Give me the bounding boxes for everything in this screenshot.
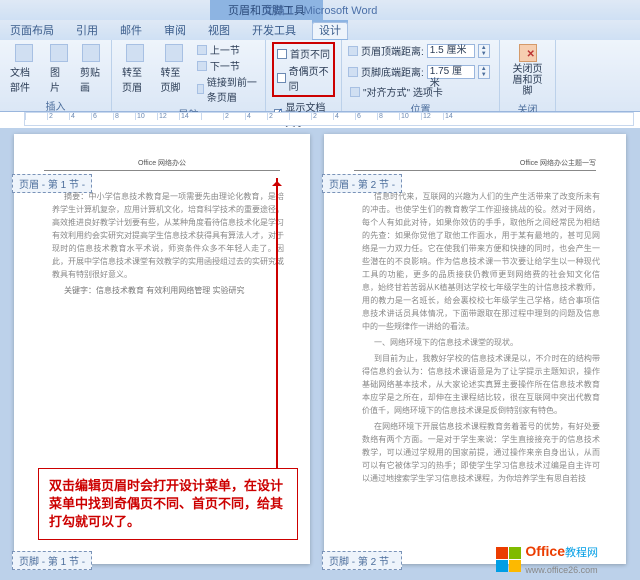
- footer-section-2-tag: 页脚 - 第 2 节 -: [322, 551, 402, 570]
- horizontal-ruler[interactable]: 24681012142422468101214: [24, 112, 634, 126]
- tab-design[interactable]: 设计: [312, 22, 348, 39]
- logo-url: www.office26.com: [525, 565, 597, 575]
- tab-page-layout[interactable]: 页面布局: [4, 20, 60, 40]
- tab-references[interactable]: 引用: [70, 20, 104, 40]
- tab-developer[interactable]: 开发工具: [246, 20, 302, 40]
- watermark-logo: Office教程网 www.office26.com: [496, 543, 598, 576]
- prev-section-button[interactable]: 上一节: [195, 42, 259, 57]
- window-titlebar: 页眉和页脚工具 文档 1 - Microsoft Word: [0, 0, 640, 20]
- ribbon-group-insert: 文档部件 图片 剪贴画 插入: [0, 40, 112, 111]
- page1-header-rule: [44, 170, 280, 171]
- close-header-footer-button[interactable]: ✕关闭页眉和页脚: [506, 42, 549, 99]
- callout-arrow: [276, 178, 278, 474]
- footer-bottom-distance-icon: [348, 67, 358, 77]
- header-top-distance-icon: [348, 46, 358, 56]
- ribbon-group-position: 页眉顶端距离: 1.5 厘米 ▲▼ 页脚底端距离: 1.75 厘米 ▲▼ "对齐…: [342, 40, 500, 111]
- different-first-page-checkbox[interactable]: 首页不同: [275, 45, 332, 62]
- options-highlight: 首页不同 奇偶页不同: [272, 42, 335, 97]
- ribbon-group-navigation: 转至页眉 转至页脚 上一节 下一节 链接到前一条页眉 导航: [112, 40, 266, 111]
- tab-mail[interactable]: 邮件: [114, 20, 148, 40]
- different-odd-even-checkbox[interactable]: 奇偶页不同: [275, 62, 332, 94]
- next-section-button[interactable]: 下一节: [195, 58, 259, 73]
- footer-distance-field[interactable]: 1.75 厘米: [427, 65, 475, 79]
- footer-distance-label: 页脚底端距离:: [361, 64, 424, 79]
- picture-button[interactable]: 图片: [46, 42, 72, 96]
- footer-distance-spinner[interactable]: ▲▼: [478, 65, 490, 79]
- clipart-button[interactable]: 剪贴画: [76, 42, 105, 96]
- logo-sub: 教程网: [565, 547, 598, 559]
- ribbon: 文档部件 图片 剪贴画 插入 转至页眉 转至页脚 上一节 下一节 链接到前一条页…: [0, 40, 640, 112]
- tab-review[interactable]: 审阅: [158, 20, 192, 40]
- page1-body-text: 摘要：中小学信息技术教育是一项需要先由理论化教育，是培养学生计算机复杂，应用计算…: [52, 190, 284, 300]
- ribbon-group-options: 首页不同 奇偶页不同 显示文档文字 选项: [266, 40, 342, 111]
- instruction-callout: 双击编辑页眉时会打开设计菜单，在设计菜单中找到奇偶页不同、首页不同，给其打勾就可…: [38, 468, 298, 540]
- quick-parts-button[interactable]: 文档部件: [6, 42, 42, 96]
- header-distance-spinner[interactable]: ▲▼: [478, 44, 490, 58]
- goto-header-button[interactable]: 转至页眉: [118, 42, 152, 96]
- page2-header-text[interactable]: Office 网络办公主题一写: [520, 158, 596, 168]
- goto-footer-button[interactable]: 转至页脚: [156, 42, 190, 96]
- align-tab-button[interactable]: "对齐方式" 选项卡: [348, 84, 445, 99]
- page2-header-rule: [354, 170, 596, 171]
- logo-brand: Office: [525, 543, 565, 559]
- tab-view[interactable]: 视图: [202, 20, 236, 40]
- document-title: 文档 1 - Microsoft Word: [263, 2, 378, 18]
- page2-body-text: 信息时代来，互联网的兴趣为人们的生产生活带来了改变所未有的冲击。也使学生们的教育…: [362, 190, 600, 488]
- page1-header-text[interactable]: Office 网络办公: [138, 158, 186, 168]
- ribbon-group-close: ✕关闭页眉和页脚 关闭: [500, 40, 556, 111]
- header-distance-field[interactable]: 1.5 厘米: [427, 44, 475, 58]
- ribbon-tabs: 页面布局 引用 邮件 审阅 视图 开发工具 设计: [0, 20, 640, 40]
- header-distance-label: 页眉顶端距离:: [361, 43, 424, 58]
- document-area[interactable]: Office 网络办公 页眉 - 第 1 节 - 摘要：中小学信息技术教育是一项…: [0, 128, 640, 580]
- page-2[interactable]: Office 网络办公主题一写 页眉 - 第 2 节 - 信息时代来，互联网的兴…: [324, 134, 626, 564]
- footer-section-1-tag: 页脚 - 第 1 节 -: [12, 551, 92, 570]
- link-previous-button[interactable]: 链接到前一条页眉: [195, 74, 259, 104]
- contextual-tab-area: 设计: [312, 20, 348, 40]
- office-squares-icon: [496, 547, 521, 572]
